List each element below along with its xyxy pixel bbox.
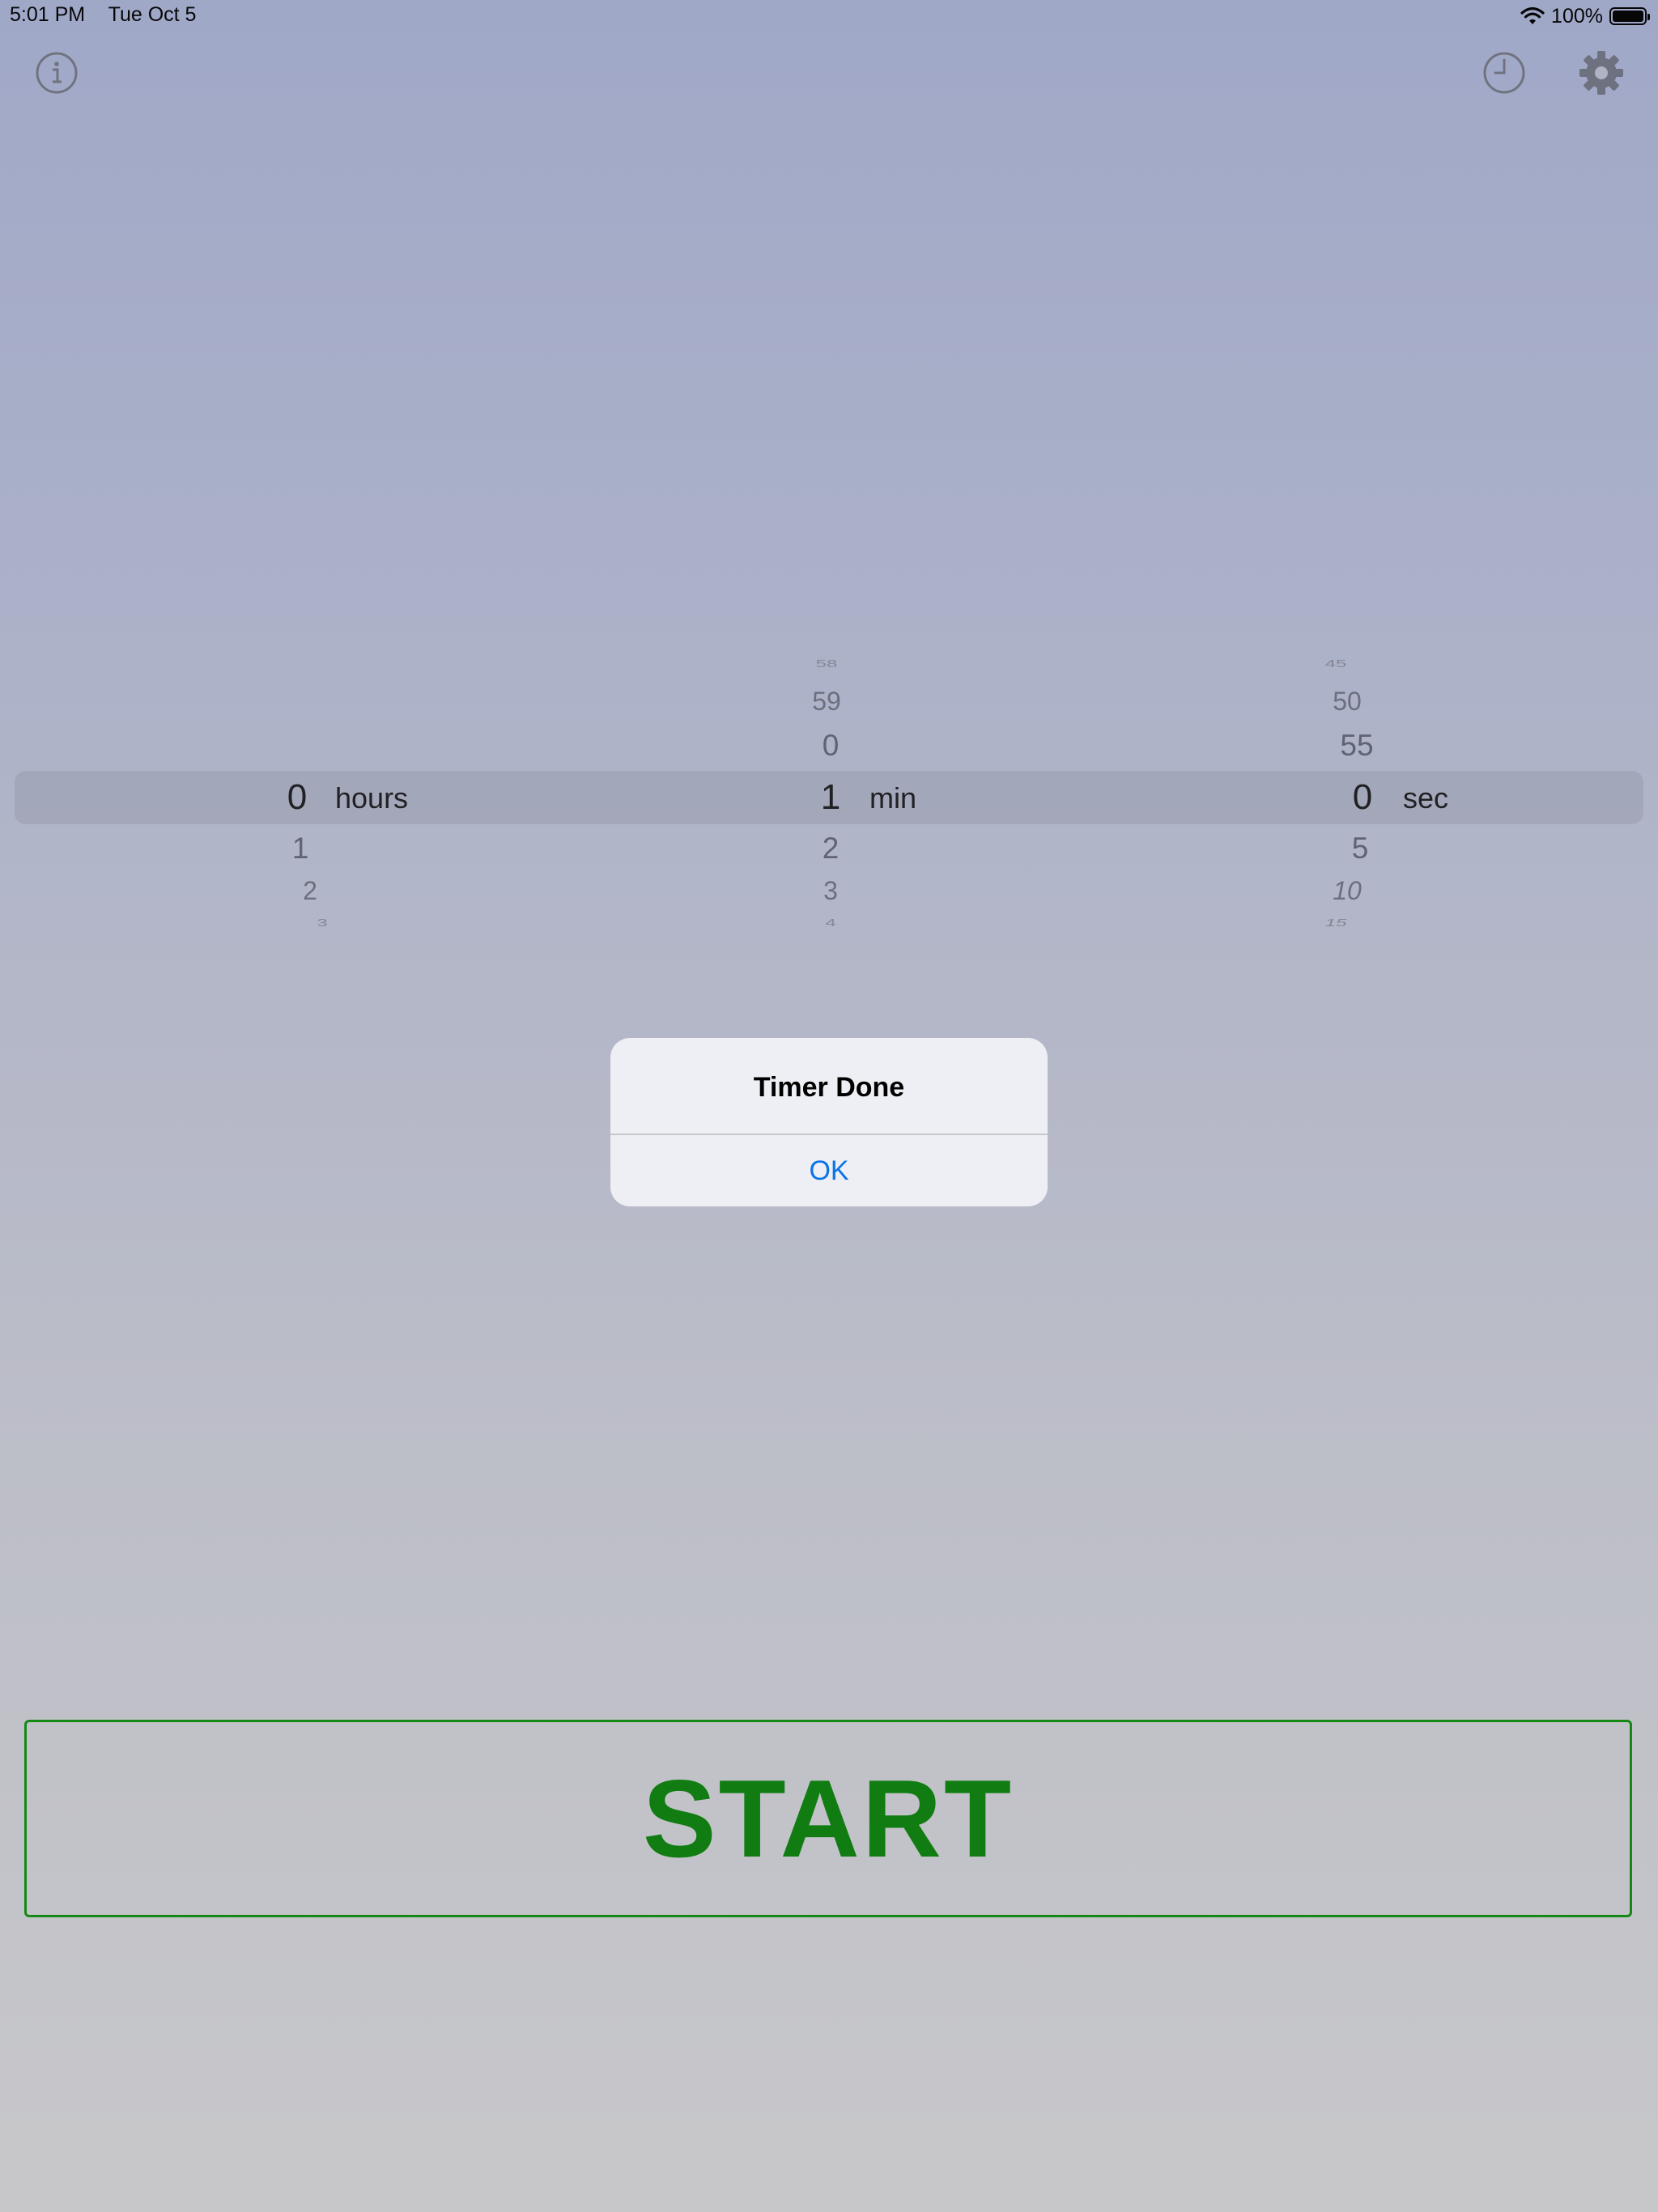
alert-title: Timer Done bbox=[753, 1072, 905, 1103]
alert-ok-button[interactable]: OK bbox=[610, 1135, 1048, 1206]
timer-done-alert: Timer Done OK bbox=[610, 1038, 1048, 1206]
